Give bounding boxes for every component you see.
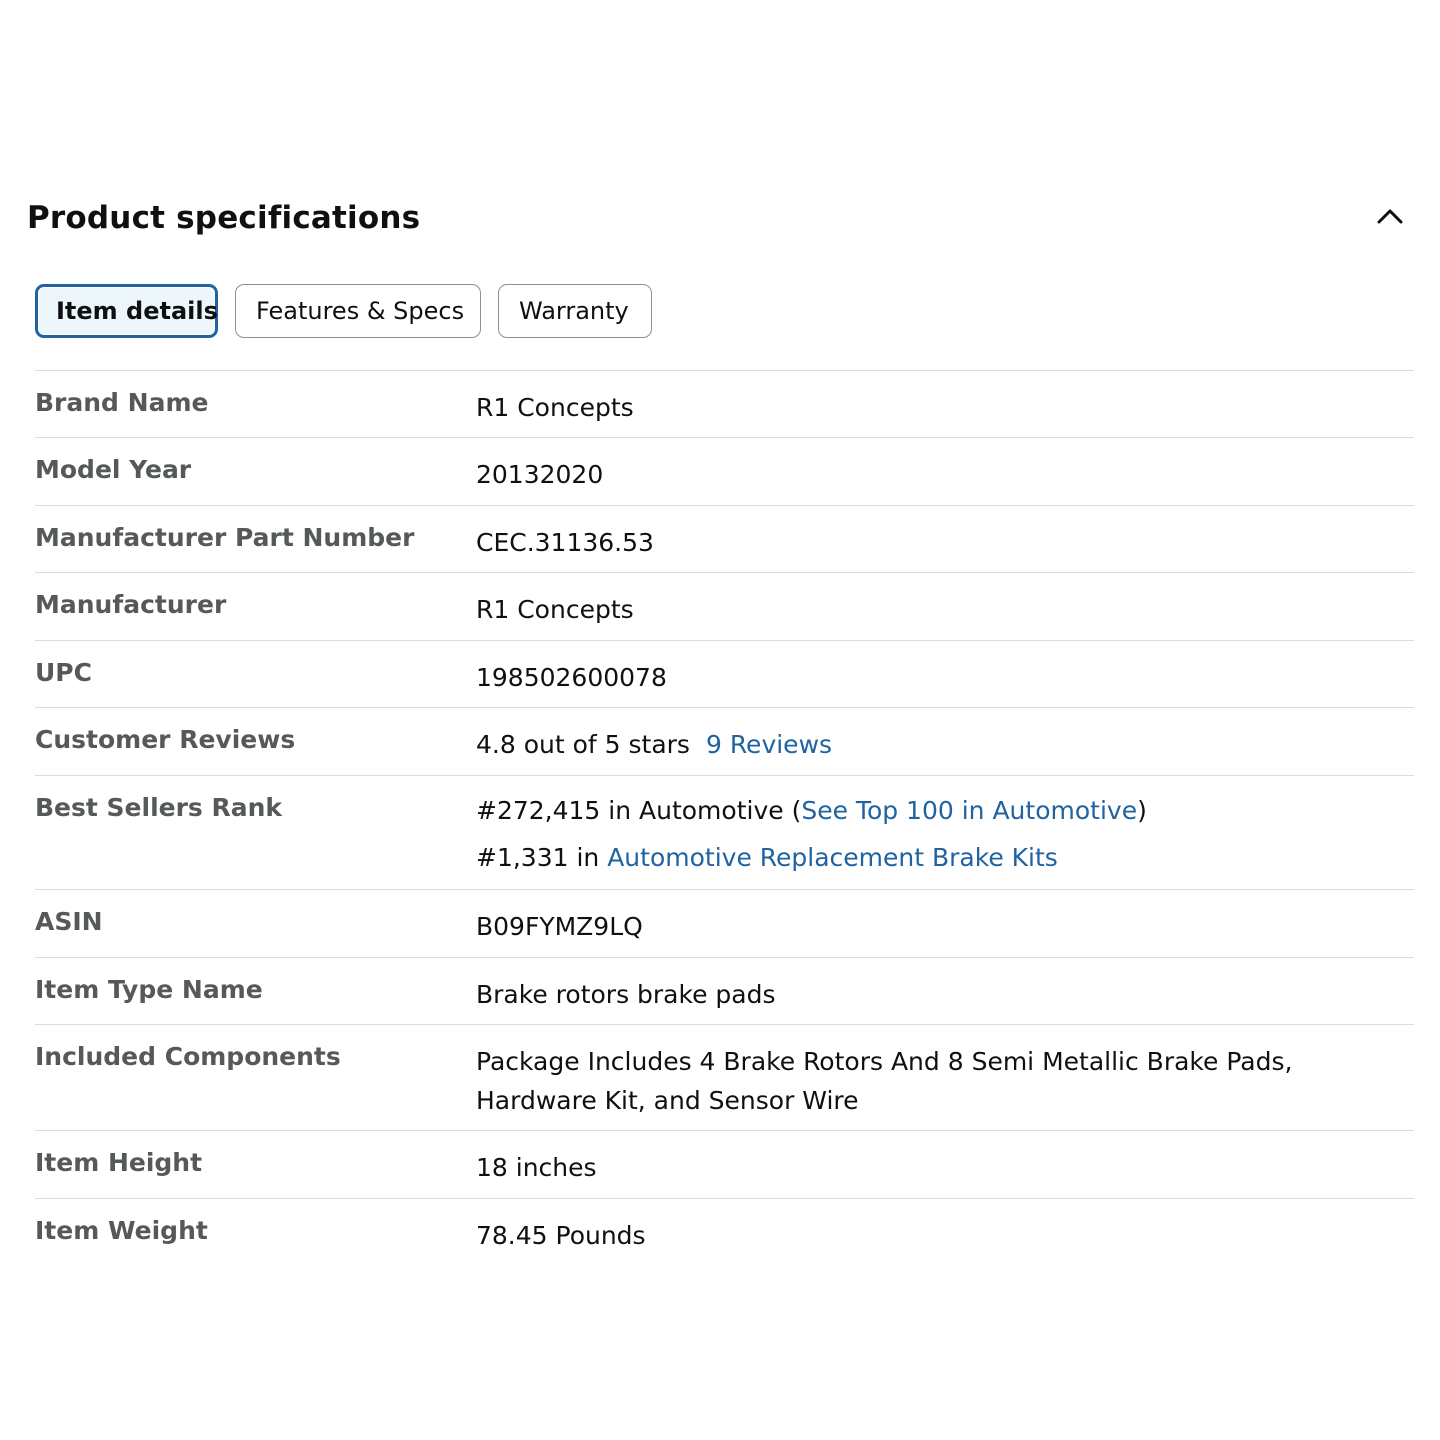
- spec-label: Best Sellers Rank: [35, 793, 283, 822]
- components-line: Hardware Kit, and Sensor Wire: [476, 1086, 859, 1115]
- spec-label: Brand Name: [35, 388, 209, 417]
- spec-row-item-height: Item Height 18 inches: [35, 1131, 1414, 1199]
- spec-row-brand-name: Brand Name R1 Concepts: [35, 371, 1414, 438]
- tab-warranty[interactable]: Warranty: [498, 284, 652, 338]
- spec-row-upc: UPC 198502600078: [35, 641, 1414, 708]
- spec-row-included-components: Included Components Package Includes 4 B…: [35, 1025, 1414, 1131]
- spec-row-model-year: Model Year 20132020: [35, 438, 1414, 506]
- spec-label: Item Height: [35, 1148, 203, 1177]
- spec-label: Customer Reviews: [35, 725, 296, 754]
- spec-value: R1 Concepts: [476, 393, 634, 422]
- tab-item-details[interactable]: Item details: [35, 284, 218, 338]
- spec-row-best-sellers-rank: Best Sellers Rank #272,415 in Automotive…: [35, 776, 1414, 890]
- spec-label: Item Type Name: [35, 975, 263, 1004]
- rating-text: 4.8 out of 5 stars: [476, 730, 690, 759]
- spec-value: 20132020: [476, 460, 604, 489]
- spec-value: 18 inches: [476, 1153, 597, 1182]
- spec-value: 78.45 Pounds: [476, 1221, 646, 1250]
- spec-label: Manufacturer: [35, 590, 227, 619]
- top-100-automotive-link[interactable]: See Top 100 in Automotive: [801, 796, 1137, 825]
- spec-label: Included Components: [35, 1042, 341, 1071]
- spec-row-asin: ASIN B09FYMZ9LQ: [35, 890, 1414, 958]
- collapse-button[interactable]: [1367, 196, 1413, 236]
- spec-value: 4.8 out of 5 stars 9 Reviews: [476, 708, 1414, 775]
- spec-label: UPC: [35, 658, 92, 687]
- section-header: Product specifications: [27, 196, 1413, 248]
- rank-line-brake-kits: #1,331 in Automotive Replacement Brake K…: [476, 834, 1414, 881]
- spec-row-item-weight: Item Weight 78.45 Pounds: [35, 1199, 1414, 1267]
- chevron-up-icon: [1377, 209, 1403, 224]
- spec-label: Manufacturer Part Number: [35, 523, 415, 552]
- review-count-link[interactable]: 9: [706, 730, 722, 759]
- spec-label: Item Weight: [35, 1216, 208, 1245]
- spec-value: B09FYMZ9LQ: [476, 912, 643, 941]
- spec-row-manufacturer: Manufacturer R1 Concepts: [35, 573, 1414, 641]
- brake-kits-category-link[interactable]: Automotive Replacement Brake Kits: [607, 843, 1058, 872]
- spec-label: Model Year: [35, 455, 192, 484]
- spec-label: ASIN: [35, 907, 103, 936]
- reviews-link[interactable]: Reviews: [730, 730, 832, 759]
- tab-features-specs[interactable]: Features & Specs: [235, 284, 481, 338]
- spec-value: Brake rotors brake pads: [476, 980, 776, 1009]
- section-title: Product specifications: [27, 200, 421, 236]
- spec-value: R1 Concepts: [476, 595, 634, 624]
- spec-value: Package Includes 4 Brake Rotors And 8 Se…: [476, 1025, 1414, 1130]
- spec-value: #272,415 in Automotive (See Top 100 in A…: [476, 776, 1414, 889]
- page: Product specifications Item details Feat…: [0, 0, 1440, 1440]
- spec-row-customer-reviews: Customer Reviews 4.8 out of 5 stars 9 Rev…: [35, 708, 1414, 776]
- rank-line-automotive: #272,415 in Automotive (See Top 100 in A…: [476, 787, 1414, 834]
- rank-text: #1,331 in: [476, 843, 608, 872]
- components-line: Package Includes 4 Brake Rotors And 8 Se…: [476, 1047, 1293, 1076]
- spec-value: CEC.31136.53: [476, 528, 654, 557]
- spec-row-item-type: Item Type Name Brake rotors brake pads: [35, 958, 1414, 1025]
- spec-table: Brand Name R1 Concepts Model Year 201320…: [35, 370, 1414, 1267]
- spec-row-part-number: Manufacturer Part Number CEC.31136.53: [35, 506, 1414, 573]
- spec-value: 198502600078: [476, 663, 667, 692]
- rank-text: #272,415 in Automotive (: [476, 796, 802, 825]
- spec-tabs: Item details Features & Specs Warranty: [35, 284, 652, 338]
- rank-close-paren: ): [1137, 796, 1147, 825]
